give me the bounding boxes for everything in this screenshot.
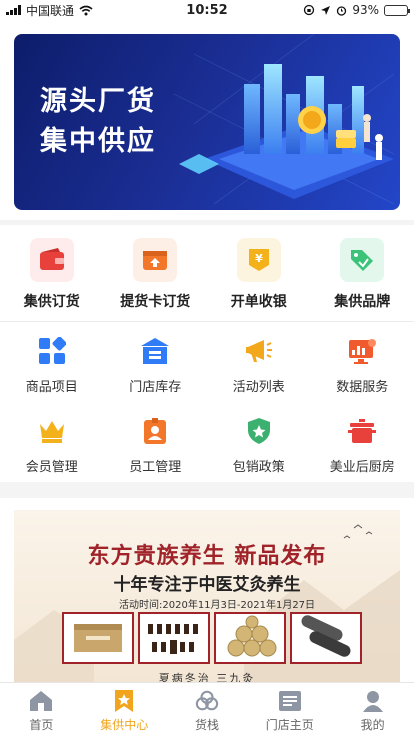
tab-label: 集供中心 [100,718,149,732]
hero-banner[interactable]: 源头厂货 集中供应 [14,34,400,210]
quick-action-cashier[interactable]: ¥ 开单收银 [207,225,311,321]
product-image-box [62,612,134,664]
monitor-chart-icon [347,336,377,366]
grid-item-activities[interactable]: 活动列表 [207,322,311,400]
status-bar: 中国联通 10:52 93% [0,0,414,20]
status-left: 中国联通 [6,2,93,19]
warehouse-icon [195,689,219,713]
promo-title: 东方贵族养生 新品发布 [87,544,327,569]
star-flag-icon [112,689,136,713]
product-image-bottles [138,612,210,664]
battery-percent: 93% [352,3,379,17]
status-right: 93% [303,3,410,17]
grid-item-label: 会员管理 [25,460,78,475]
quick-action-label: 集供品牌 [334,294,391,310]
alarm-icon [337,5,347,16]
banner-headline: 源头厂货 集中供应 [40,82,156,162]
grid-item-label: 商品项目 [25,380,78,395]
tab-label: 首页 [29,718,54,732]
home-icon [29,689,53,713]
location-icon [321,5,331,15]
grid-item-kitchen[interactable]: 美业后厨房 [311,402,414,480]
tab-label: 门店主页 [265,718,314,732]
quick-action-label: 集供订货 [23,294,80,310]
tab-label: 货栈 [194,718,219,732]
banner-line-2: 集中供应 [40,126,156,157]
quick-action-brand[interactable]: 集供品牌 [311,225,414,321]
price-tag-icon [340,238,385,282]
grid-item-members[interactable]: 会员管理 [0,402,104,480]
tab-store-home[interactable]: 门店主页 [248,683,331,736]
grid-item-inventory[interactable]: 门店库存 [104,322,208,400]
grid-item-label: 数据服务 [336,380,389,395]
store-icon [140,336,170,366]
quick-action-pickup-card[interactable]: 提货卡订货 [104,225,208,321]
promo-footer: 夏病冬治 三九灸 [158,672,256,682]
grid-item-data-service[interactable]: 数据服务 [311,322,414,400]
upload-box-icon [133,238,178,282]
promo-date: 活动时间:2020年11月3日-2021年1月27日 [119,600,316,611]
feature-grid: 商品项目 门店库存 活动列表 数据服务 会员管理 员工管理 包销政策 美业后厨房 [0,322,414,482]
promo-products [62,612,362,664]
tab-home[interactable]: 首页 [0,683,83,736]
crown-icon [37,416,67,446]
signal-icon [6,5,21,15]
grid-item-label: 活动列表 [232,380,285,395]
grid-item-label: 美业后厨房 [329,460,395,475]
quick-action-label: 提货卡订货 [120,294,191,310]
battery-icon [384,4,410,16]
megaphone-icon [244,336,274,366]
carrier-name: 中国联通 [26,3,75,18]
tab-profile[interactable]: 我的 [331,683,414,736]
tab-warehouse[interactable]: 货栈 [166,683,249,736]
wifi-icon [79,5,93,15]
banner-line-1: 源头厂货 [40,86,156,117]
bottom-tab-bar: 首页 集供中心 货栈 门店主页 我的 [0,682,414,736]
grid-item-products[interactable]: 商品项目 [0,322,104,400]
promo-subtitle: 十年专注于中医艾灸养生 [113,575,301,595]
grid-item-staff[interactable]: 员工管理 [104,402,208,480]
tab-supply-center[interactable]: 集供中心 [83,683,166,736]
apps-icon [37,336,67,366]
user-icon [361,689,385,713]
quick-action-label: 开单收银 [230,294,287,310]
wallet-icon [29,238,74,282]
storefront-icon [278,689,302,713]
shield-star-icon [244,416,274,446]
promo-section: 东方贵族养生 新品发布 十年专注于中医艾灸养生 活动时间:2020年11月3日-… [0,498,414,682]
grid-item-policy[interactable]: 包销政策 [207,402,311,480]
tab-label: 我的 [360,718,385,732]
grid-item-label: 门店库存 [129,380,182,395]
quick-actions: 集供订货 提货卡订货 ¥ 开单收银 集供品牌 [0,225,414,321]
grid-item-label: 包销政策 [232,460,285,475]
pot-icon [347,416,377,446]
promo-banner[interactable]: 东方贵族养生 新品发布 十年专注于中医艾灸养生 活动时间:2020年11月3日-… [14,510,400,682]
grid-item-label: 员工管理 [129,460,182,475]
top-area: 源头厂货 集中供应 [0,20,414,220]
quick-action-group-order[interactable]: 集供订货 [0,225,104,321]
product-image-moxa-rolls [214,612,286,664]
cashier-icon: ¥ [236,238,281,282]
product-image-moxa-sticks [290,612,362,664]
rotation-lock-icon [304,4,315,16]
badge-icon [140,416,170,446]
svg-text:¥: ¥ [255,252,263,265]
